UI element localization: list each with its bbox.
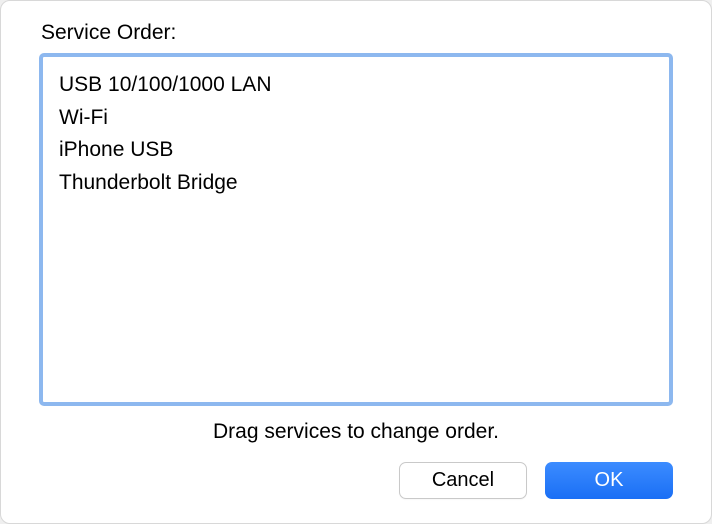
service-order-list[interactable]: USB 10/100/1000 LAN Wi-Fi iPhone USB Thu…	[39, 53, 673, 406]
list-item[interactable]: Wi-Fi	[59, 102, 653, 135]
list-item[interactable]: USB 10/100/1000 LAN	[59, 69, 653, 102]
list-item[interactable]: iPhone USB	[59, 134, 653, 167]
dialog-title: Service Order:	[41, 21, 673, 45]
cancel-button[interactable]: Cancel	[399, 462, 527, 499]
service-order-dialog: Service Order: USB 10/100/1000 LAN Wi-Fi…	[0, 0, 712, 524]
ok-button[interactable]: OK	[545, 462, 673, 499]
button-row: Cancel OK	[39, 462, 673, 499]
hint-text: Drag services to change order.	[39, 420, 673, 444]
list-item[interactable]: Thunderbolt Bridge	[59, 167, 653, 200]
